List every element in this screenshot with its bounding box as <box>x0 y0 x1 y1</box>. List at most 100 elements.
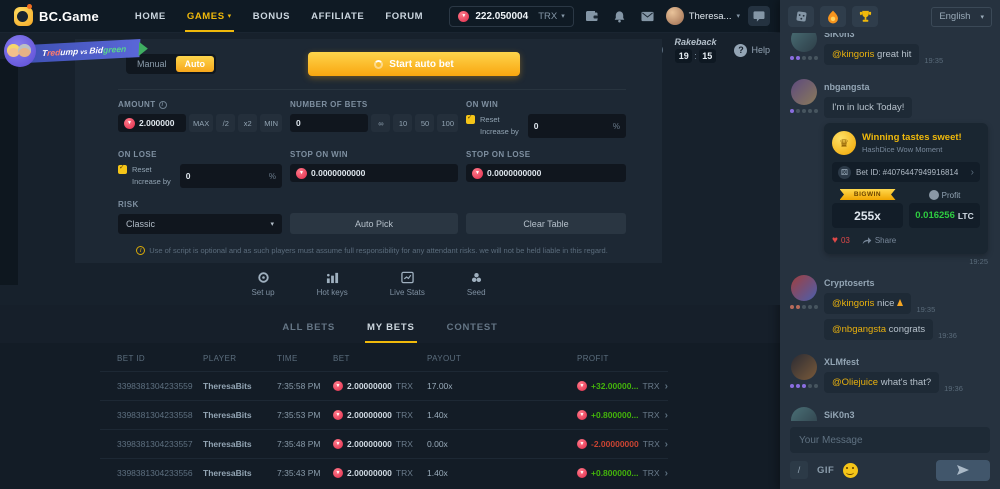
avatar[interactable] <box>791 354 817 380</box>
nav-games[interactable]: GAMES▾ <box>187 0 232 32</box>
mention[interactable]: @nbgangsta <box>832 324 886 335</box>
hotkeys-button[interactable]: Hot keys <box>317 271 348 297</box>
col-time: TIME <box>277 354 333 363</box>
stop-on-lose-input[interactable] <box>487 168 620 178</box>
help-button[interactable]: ? Help <box>734 44 770 57</box>
chat-text: congrats <box>889 324 925 335</box>
question-mark-icon: ? <box>734 44 747 57</box>
profit-amount: +0.800000... <box>591 410 639 420</box>
share-button[interactable]: Share <box>862 236 896 245</box>
send-message-button[interactable] <box>936 460 990 481</box>
bcgame-logo[interactable]: BC.Game <box>14 7 99 26</box>
amount-input[interactable] <box>139 118 180 128</box>
tab-my-bets[interactable]: MY BETS <box>365 312 417 343</box>
start-auto-bet-button[interactable]: Start auto bet <box>308 52 520 76</box>
mention[interactable]: @Oliejuice <box>832 377 878 388</box>
chat-room-dice-button[interactable] <box>788 6 814 27</box>
bell-icon <box>613 10 626 23</box>
chevron-right-icon[interactable]: › <box>665 468 668 479</box>
bet-currency: TRX <box>396 439 413 449</box>
bets-infinite-button[interactable]: ∞ <box>371 114 390 132</box>
tab-all-bets[interactable]: ALL BETS <box>280 312 337 343</box>
tab-contest[interactable]: CONTEST <box>445 312 500 343</box>
promo-banner[interactable]: TredumpvsBidgreen <box>4 35 140 67</box>
balance-amount: 222.050004 <box>475 11 528 22</box>
like-button[interactable]: ♥03 <box>832 235 850 246</box>
table-row[interactable]: 3398381304233559 TheresaBits 7:35:58 PM … <box>100 371 668 400</box>
chat-message: SiK0n3 @kingoris great hit 19:35 <box>790 33 990 70</box>
risk-label: RISK <box>118 200 282 209</box>
risk-select[interactable]: Classic ▾ <box>118 214 282 234</box>
mention[interactable]: @kingoris <box>832 49 874 60</box>
chevron-right-icon[interactable]: › <box>665 439 668 450</box>
setup-button[interactable]: Set up <box>251 271 274 297</box>
nav-forum[interactable]: FORUM <box>385 0 423 32</box>
gif-button[interactable]: GIF <box>817 465 834 476</box>
amount-double-button[interactable]: x2 <box>238 114 257 132</box>
win-card[interactable]: Winning tastes sweet! HashDice Wow Momen… <box>824 123 988 254</box>
table-row[interactable]: 3398381304233558 TheresaBits 7:35:53 PM … <box>100 400 668 429</box>
user-menu[interactable]: Theresa... ▾ <box>666 7 740 25</box>
balance-pill[interactable]: 222.050004 TRX▾ <box>449 6 573 27</box>
on-win-input[interactable] <box>534 121 609 131</box>
slash-commands-button[interactable]: / <box>790 461 808 479</box>
bet-id-text: Bet ID: #4076447949916814 <box>856 168 958 177</box>
nav-affiliate[interactable]: AFFILIATE <box>311 0 364 32</box>
nav-home[interactable]: HOME <box>135 0 166 32</box>
bet-amount: 2.00000000 <box>347 410 392 420</box>
stop-on-win-input[interactable] <box>311 168 452 178</box>
chevron-right-icon[interactable]: › <box>665 381 668 392</box>
notifications-button[interactable] <box>610 6 630 26</box>
auto-pick-button[interactable]: Auto Pick <box>290 213 458 234</box>
avatar[interactable] <box>791 79 817 105</box>
messages-button[interactable] <box>638 6 658 26</box>
clear-table-button[interactable]: Clear Table <box>466 213 626 234</box>
live-stats-icon <box>401 271 414 284</box>
col-payout: PAYOUT <box>427 354 577 363</box>
bets-100-button[interactable]: 100 <box>437 114 458 132</box>
autobet-panel: Manual Auto Start auto bet AMOUNTi <box>75 39 662 263</box>
percent-suffix: % <box>613 122 620 131</box>
bets-50-button[interactable]: 50 <box>415 114 434 132</box>
win-card-bet-id[interactable]: ⚄ Bet ID: #4076447949916814 › <box>832 162 980 182</box>
chat-header: English ▾ <box>780 0 1000 33</box>
auto-mode-button[interactable]: Auto <box>176 56 215 72</box>
on-lose-input[interactable] <box>186 171 265 181</box>
avatar[interactable] <box>791 275 817 301</box>
live-stats-button[interactable]: Live Stats <box>390 271 425 297</box>
chat-room-fireball-button[interactable] <box>820 6 846 27</box>
chat-bubble: @nbgangsta congrats <box>824 319 933 340</box>
chat-toggle-button[interactable] <box>748 6 770 26</box>
fields-row-2: ON LOSE Reset Increase by <box>118 150 626 188</box>
amount-min-button[interactable]: MIN <box>260 114 282 132</box>
chat-language-select[interactable]: English ▾ <box>931 7 992 27</box>
chevron-right-icon[interactable]: › <box>665 410 668 421</box>
fields-row-3: RISK Classic ▾ Auto Pick Clear Table <box>118 200 626 234</box>
trx-coin-icon <box>333 439 343 449</box>
bets-10-button[interactable]: 10 <box>393 114 412 132</box>
emoji-button[interactable] <box>843 463 858 478</box>
mention[interactable]: @kingoris <box>832 298 874 309</box>
table-row[interactable]: 3398381304233556 TheresaBits 7:35:43 PM … <box>100 458 668 487</box>
chat-message-input[interactable] <box>790 427 990 453</box>
bet-id: 3398381304233557 <box>117 439 203 449</box>
chat-room-trophy-button[interactable] <box>852 6 878 27</box>
avatar[interactable] <box>791 33 817 52</box>
payout-multiplier: 1.40x <box>427 410 577 420</box>
chat-username: nbgangsta <box>824 82 990 92</box>
nav-bonus[interactable]: BONUS <box>253 0 290 32</box>
amount-max-button[interactable]: MAX <box>189 114 213 132</box>
currency-selector[interactable]: TRX▾ <box>538 11 565 22</box>
wallet-button[interactable] <box>582 6 602 26</box>
bet-currency: TRX <box>396 410 413 420</box>
amount-half-button[interactable]: /2 <box>216 114 235 132</box>
table-row[interactable]: 3398381304233557 TheresaBits 7:35:48 PM … <box>100 429 668 458</box>
on-win-reset-checkbox[interactable] <box>466 115 475 124</box>
amount-label: AMOUNT <box>118 100 156 109</box>
bet-amount: 2.00000000 <box>347 381 392 391</box>
share-label: Share <box>875 236 896 245</box>
on-lose-reset-checkbox[interactable] <box>118 165 127 174</box>
avatar[interactable] <box>791 407 817 421</box>
seed-button[interactable]: Seed <box>467 271 486 297</box>
number-of-bets-input[interactable] <box>296 118 362 128</box>
